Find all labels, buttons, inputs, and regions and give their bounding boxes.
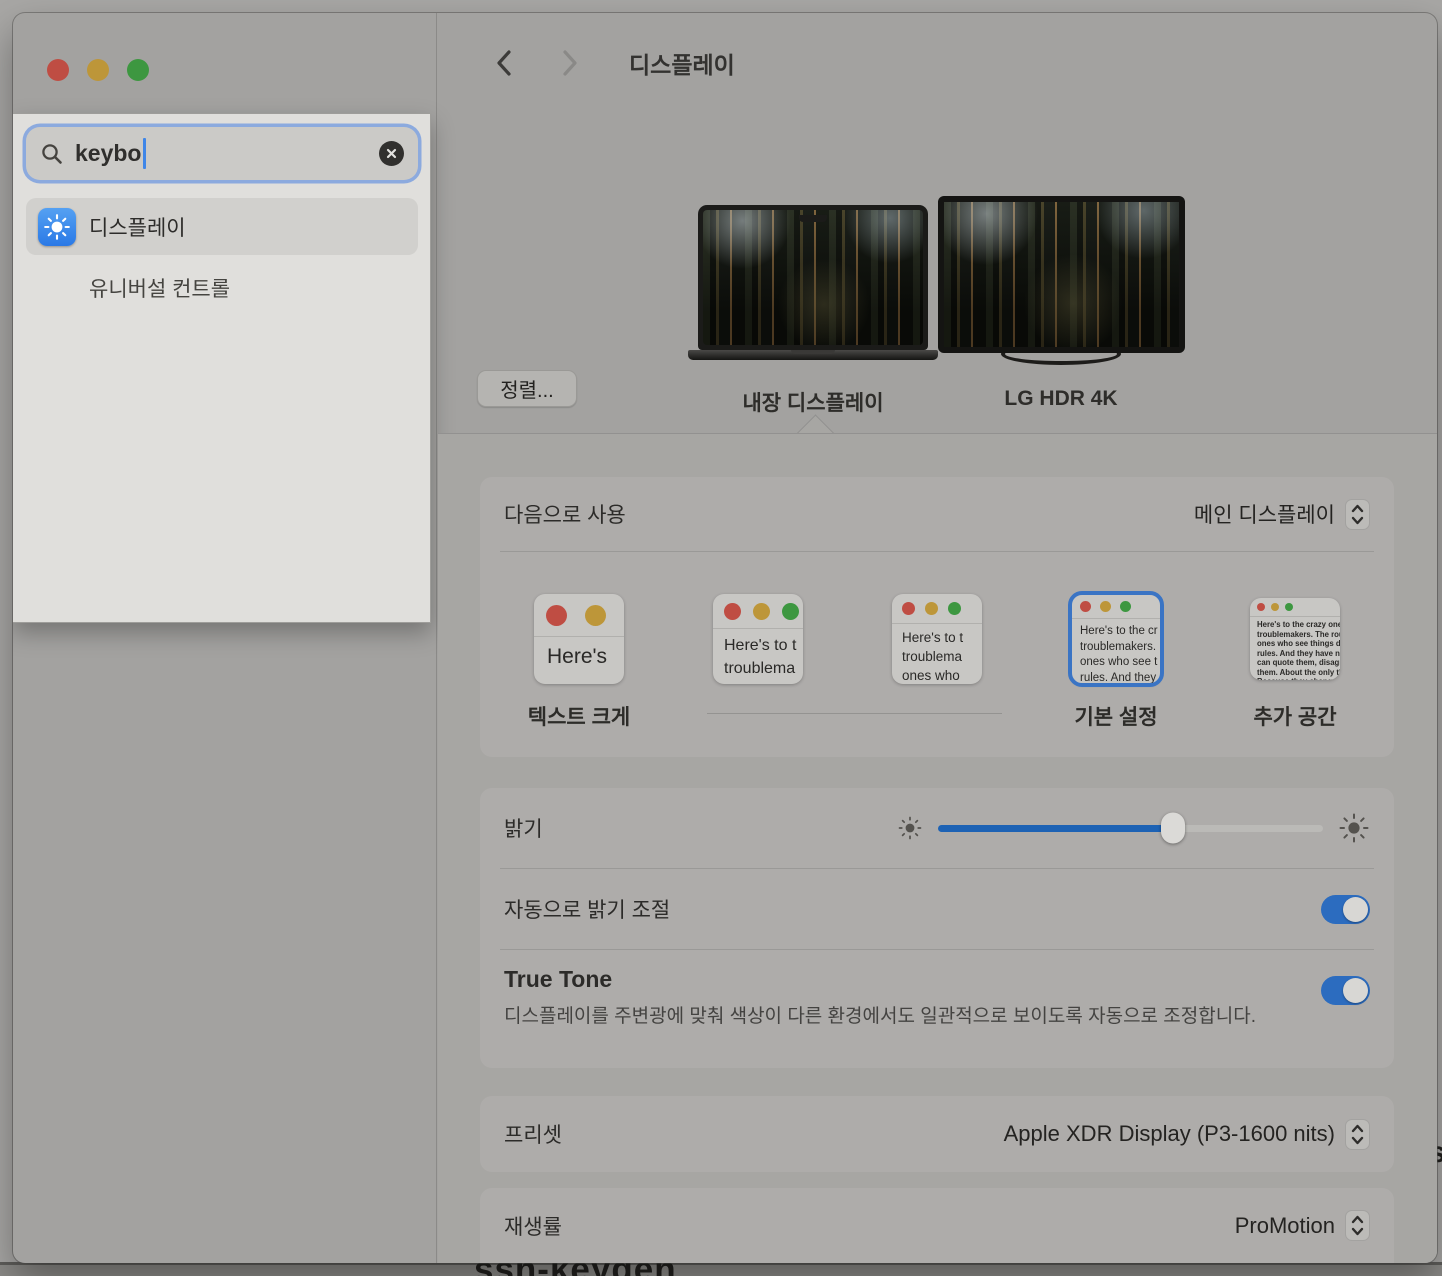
scaling-track-line bbox=[707, 713, 1002, 714]
brightness-high-icon bbox=[1338, 812, 1370, 844]
mini-window-text: Here's to the crtroublemakers.ones who s… bbox=[1071, 619, 1161, 684]
back-button[interactable] bbox=[493, 47, 515, 79]
chevron-up-down-icon bbox=[1348, 1213, 1367, 1238]
close-x-icon bbox=[385, 147, 398, 160]
chevron-up-down-icon bbox=[1348, 502, 1367, 527]
scaling-option-2[interactable]: Here's to ttroublema bbox=[713, 594, 803, 684]
arrange-button[interactable]: 정렬... bbox=[477, 370, 577, 407]
preset-row: 프리셋 Apple XDR Display (P3-1600 nits) bbox=[480, 1096, 1394, 1172]
mini-window-text: Here's to ttroublema bbox=[713, 629, 803, 680]
brightness-slider-knob[interactable] bbox=[1161, 813, 1185, 844]
refresh-rate-card: 재생률 ProMotion bbox=[480, 1188, 1394, 1263]
true-tone-label: True Tone bbox=[504, 966, 1264, 993]
auto-brightness-row: 자동으로 밝기 조절 bbox=[480, 869, 1394, 949]
brightness-label: 밝기 bbox=[504, 813, 543, 843]
use-as-scaling-card: 다음으로 사용 메인 디스플레이 Here's bbox=[480, 477, 1394, 757]
preset-card: 프리셋 Apple XDR Display (P3-1600 nits) bbox=[480, 1096, 1394, 1172]
mini-traffic-lights bbox=[902, 602, 961, 615]
true-tone-description: 디스플레이를 주변광에 맞춰 색상이 다른 환경에서도 일관적으로 보이도록 자… bbox=[504, 1002, 1264, 1032]
builtin-display-thumbnail[interactable] bbox=[698, 205, 928, 350]
system-settings-window: keybo bbox=[13, 13, 1437, 1263]
minimize-button[interactable] bbox=[87, 59, 109, 81]
mini-window-text: Here's to the crazy onetroublemakers. Th… bbox=[1250, 617, 1340, 680]
brightness-row: 밝기 bbox=[480, 788, 1394, 868]
true-tone-toggle[interactable] bbox=[1321, 976, 1370, 1005]
brightness-slider-fill bbox=[938, 825, 1173, 832]
mini-window-text: Here's bbox=[534, 637, 624, 669]
brightness-low-icon bbox=[897, 815, 923, 841]
auto-brightness-toggle[interactable] bbox=[1321, 895, 1370, 924]
page-title: 디스플레이 bbox=[629, 46, 735, 80]
forward-button[interactable] bbox=[559, 47, 581, 79]
brightness-card: 밝기 bbox=[480, 788, 1394, 1068]
builtin-display-name: 내장 디스플레이 bbox=[683, 387, 943, 417]
external-display-wallpaper bbox=[944, 202, 1179, 347]
auto-brightness-label: 자동으로 밝기 조절 bbox=[504, 894, 670, 924]
refresh-rate-row: 재생률 ProMotion bbox=[480, 1188, 1394, 1263]
search-results-panel: keybo bbox=[13, 113, 431, 623]
mini-traffic-lights bbox=[1080, 601, 1131, 612]
search-result-label: 디스플레이 bbox=[89, 212, 186, 242]
window-controls bbox=[47, 59, 149, 81]
external-display-thumbnail[interactable] bbox=[938, 196, 1185, 353]
scaling-label-larger-text: 텍스트 크게 bbox=[499, 701, 659, 731]
use-as-dropdown[interactable] bbox=[1345, 499, 1370, 530]
mini-traffic-lights bbox=[724, 603, 799, 620]
external-display-name: LG HDR 4K bbox=[931, 387, 1191, 411]
refresh-rate-label: 재생률 bbox=[504, 1211, 562, 1241]
preset-value: Apple XDR Display (P3-1600 nits) bbox=[1004, 1121, 1335, 1147]
scaling-label-default: 기본 설정 bbox=[1036, 701, 1196, 731]
close-button[interactable] bbox=[47, 59, 69, 81]
toggle-knob bbox=[1343, 978, 1368, 1003]
navigation: 디스플레이 bbox=[493, 46, 735, 80]
preset-dropdown[interactable] bbox=[1345, 1119, 1370, 1150]
brightness-slider[interactable] bbox=[938, 825, 1323, 832]
desktop-background-band bbox=[0, 1262, 1442, 1276]
text-caret bbox=[143, 138, 146, 169]
laptop-base bbox=[688, 350, 938, 360]
sidebar: keybo bbox=[13, 13, 437, 1263]
mini-traffic-lights bbox=[1257, 603, 1293, 611]
use-as-row: 다음으로 사용 메인 디스플레이 bbox=[480, 477, 1394, 551]
search-icon bbox=[40, 142, 64, 166]
refresh-rate-dropdown[interactable] bbox=[1345, 1210, 1370, 1241]
scaling-option-3[interactable]: Here's to ttroublemaones who bbox=[892, 594, 982, 684]
mini-traffic-lights bbox=[546, 605, 624, 626]
main-panel: 디스플레이 내장 디스플레이 LG HDR 4K 정렬... 다음으로 사용 메… bbox=[438, 13, 1437, 1263]
use-as-value: 메인 디스플레이 bbox=[1194, 499, 1335, 529]
chevron-up-down-icon bbox=[1348, 1122, 1367, 1147]
settings-content: 다음으로 사용 메인 디스플레이 Here's bbox=[438, 434, 1437, 1263]
clear-search-button[interactable] bbox=[379, 141, 404, 166]
search-result-display[interactable]: 디스플레이 bbox=[26, 198, 418, 255]
search-result-universal-control[interactable]: 유니버설 컨트롤 bbox=[89, 260, 230, 316]
refresh-rate-value: ProMotion bbox=[1235, 1213, 1335, 1239]
display-brightness-icon bbox=[38, 208, 76, 246]
search-input[interactable]: keybo bbox=[26, 127, 418, 180]
scaling-option-larger-text[interactable]: Here's bbox=[534, 594, 624, 684]
scaling-option-more-space[interactable]: Here's to the crazy onetroublemakers. Th… bbox=[1250, 598, 1340, 680]
builtin-display-wallpaper bbox=[703, 210, 923, 345]
laptop-notch bbox=[799, 215, 827, 222]
mini-window-text: Here's to ttroublemaones who bbox=[892, 624, 982, 684]
search-value: keybo bbox=[75, 140, 141, 167]
true-tone-row: True Tone 디스플레이를 주변광에 맞춰 색상이 다른 환경에서도 일관… bbox=[480, 950, 1394, 1032]
use-as-label: 다음으로 사용 bbox=[504, 499, 626, 529]
preset-label: 프리셋 bbox=[504, 1119, 562, 1149]
scaling-label-more-space: 추가 공간 bbox=[1215, 701, 1375, 731]
card-divider bbox=[500, 551, 1374, 552]
scaling-option-default-selected[interactable]: Here's to the crtroublemakers.ones who s… bbox=[1071, 594, 1161, 684]
toggle-knob bbox=[1343, 897, 1368, 922]
zoom-button[interactable] bbox=[127, 59, 149, 81]
